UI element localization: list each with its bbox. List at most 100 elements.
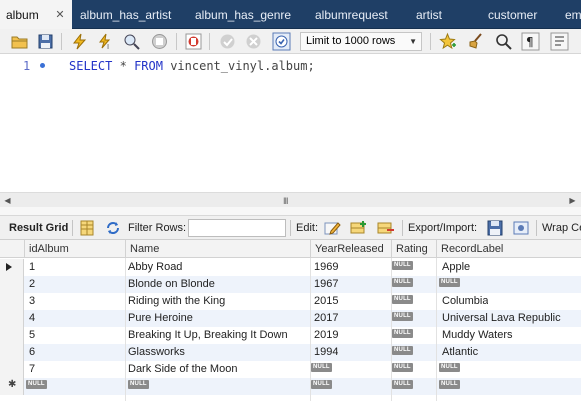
cell-yearreleased[interactable]: 2017	[314, 310, 338, 327]
table-row[interactable]: 4 Pure Heroine 2017 NULL Universal Lava Repu…	[0, 310, 581, 327]
sql-editor[interactable]: 1 SELECT * FROM vincent_vinyl.album;	[0, 54, 581, 192]
add-row-icon[interactable]	[350, 219, 368, 237]
cell-yearreleased[interactable]: 2015	[314, 293, 338, 310]
scroll-left-icon[interactable]: ◀	[2, 195, 13, 206]
row-header[interactable]	[0, 327, 24, 344]
tab-customer[interactable]: customer	[488, 0, 537, 29]
table-row[interactable]: 6 Glassworks 1994 NULL Atlantic	[0, 344, 581, 361]
filter-rows-input[interactable]	[188, 219, 286, 237]
null-badge[interactable]: NULL	[26, 380, 47, 389]
wrap-cell-content-label[interactable]: Wrap Ce	[542, 216, 581, 240]
cell-yearreleased[interactable]: 2019	[314, 327, 338, 344]
row-header[interactable]	[0, 344, 24, 361]
cell-yearreleased[interactable]: 1969	[314, 259, 338, 276]
cell-recordlabel[interactable]: Muddy Waters	[442, 327, 513, 344]
import-icon[interactable]	[512, 219, 530, 237]
table-row[interactable]: 1 Abby Road 1969 NULL Apple	[0, 259, 581, 276]
commit-icon[interactable]	[218, 32, 237, 51]
table-row[interactable]: 5 Breaking It Up, Breaking It Down 2019 NUL…	[0, 327, 581, 344]
result-grid[interactable]: idAlbum Name YearReleased Rating RecordL…	[0, 240, 581, 401]
result-grid-tab[interactable]: Result Grid	[9, 216, 68, 240]
table-row[interactable]: 7 Dark Side of the Moon NULL NULL NULL	[0, 361, 581, 378]
column-header-idalbum[interactable]: idAlbum	[24, 240, 125, 258]
cell-name[interactable]: Riding with the King	[128, 293, 225, 310]
cell-name[interactable]: Blonde on Blonde	[128, 276, 215, 293]
null-badge[interactable]: NULL	[311, 363, 332, 372]
cell-name[interactable]: Dark Side of the Moon	[128, 361, 237, 378]
execute-current-icon[interactable]: I	[96, 32, 115, 51]
limit-rows-select[interactable]: Limit to 1000 rows ▼	[300, 32, 422, 51]
cell-idalbum[interactable]: 4	[29, 310, 35, 327]
cell-idalbum[interactable]: 2	[29, 276, 35, 293]
row-header[interactable]	[0, 259, 24, 276]
row-header[interactable]: ✱	[0, 378, 24, 395]
scroll-grip[interactable]: III	[283, 196, 288, 206]
export-icon[interactable]	[486, 219, 504, 237]
table-row[interactable]: 3 Riding with the King 2015 NULL Columbia	[0, 293, 581, 310]
null-badge[interactable]: NULL	[311, 380, 332, 389]
null-badge[interactable]: NULL	[392, 295, 413, 304]
grid-view-icon[interactable]	[78, 219, 96, 237]
null-badge[interactable]: NULL	[439, 363, 460, 372]
table-row[interactable]: 2 Blonde on Blonde 1967 NULL NULL	[0, 276, 581, 293]
cell-yearreleased[interactable]: 1994	[314, 344, 338, 361]
null-badge[interactable]: NULL	[392, 278, 413, 287]
tab-artist[interactable]: artist	[416, 0, 442, 29]
cell-idalbum[interactable]: 1	[29, 259, 35, 276]
tab-album-has-genre[interactable]: album_has_genre	[195, 0, 291, 29]
null-badge[interactable]: NULL	[439, 278, 460, 287]
null-badge[interactable]: NULL	[392, 329, 413, 338]
null-badge[interactable]: NULL	[392, 312, 413, 321]
cell-recordlabel[interactable]: Atlantic	[442, 344, 478, 361]
execute-lightning-icon[interactable]	[70, 32, 89, 51]
close-icon[interactable]: ✕	[54, 9, 66, 21]
cell-idalbum[interactable]: 7	[29, 361, 35, 378]
null-badge[interactable]: NULL	[392, 363, 413, 372]
row-header[interactable]	[0, 310, 24, 327]
delete-row-icon[interactable]	[377, 219, 395, 237]
tab-album[interactable]: album ✕	[0, 0, 72, 29]
invisible-chars-icon[interactable]: ¶	[521, 32, 540, 51]
null-badge[interactable]: NULL	[392, 346, 413, 355]
column-header-recordlabel[interactable]: RecordLabel	[436, 240, 581, 258]
scroll-right-icon[interactable]: ▶	[567, 195, 578, 206]
column-header-yearreleased[interactable]: YearReleased	[310, 240, 391, 258]
cell-idalbum[interactable]: 3	[29, 293, 35, 310]
cell-yearreleased[interactable]: 1967	[314, 276, 338, 293]
find-icon[interactable]	[494, 32, 513, 51]
explain-icon[interactable]	[122, 32, 141, 51]
null-badge[interactable]: NULL	[392, 380, 413, 389]
cell-name[interactable]: Abby Road	[128, 259, 182, 276]
cell-name[interactable]: Pure Heroine	[128, 310, 193, 327]
null-badge[interactable]: NULL	[128, 380, 149, 389]
row-header[interactable]	[0, 293, 24, 310]
editor-horizontal-scrollbar[interactable]: ◀ III ▶	[0, 192, 581, 207]
refresh-icon[interactable]	[104, 219, 122, 237]
row-header[interactable]	[0, 276, 24, 293]
cell-name[interactable]: Glassworks	[128, 344, 185, 361]
row-header[interactable]	[0, 361, 24, 378]
cell-idalbum[interactable]: 5	[29, 327, 35, 344]
panel-splitter[interactable]	[0, 207, 581, 216]
tab-albumrequest[interactable]: albumrequest	[315, 0, 388, 29]
column-header-rating[interactable]: Rating	[391, 240, 436, 258]
cell-recordlabel[interactable]: Columbia	[442, 293, 488, 310]
autocommit-icon[interactable]	[272, 32, 291, 51]
new-row[interactable]: ✱ NULL NULL NULL NULL NULL	[0, 378, 581, 395]
broom-icon[interactable]	[466, 32, 485, 51]
null-badge[interactable]: NULL	[439, 380, 460, 389]
rollback-icon[interactable]	[244, 32, 263, 51]
stop-icon[interactable]	[150, 32, 169, 51]
cell-idalbum[interactable]: 6	[29, 344, 35, 361]
edit-row-icon[interactable]	[323, 219, 341, 237]
cell-recordlabel[interactable]: Apple	[442, 259, 470, 276]
wrap-icon[interactable]	[550, 32, 569, 51]
cell-recordlabel[interactable]: Universal Lava Republic	[442, 310, 561, 327]
open-folder-icon[interactable]	[10, 32, 29, 51]
sql-query-text[interactable]: SELECT * FROM vincent_vinyl.album;	[69, 59, 315, 73]
cell-name[interactable]: Breaking It Up, Breaking It Down	[128, 327, 288, 344]
tab-album-has-artist[interactable]: album_has_artist	[80, 0, 171, 29]
save-icon[interactable]	[36, 32, 55, 51]
tab-overflow[interactable]: em	[565, 0, 581, 29]
beautify-icon[interactable]	[438, 32, 457, 51]
